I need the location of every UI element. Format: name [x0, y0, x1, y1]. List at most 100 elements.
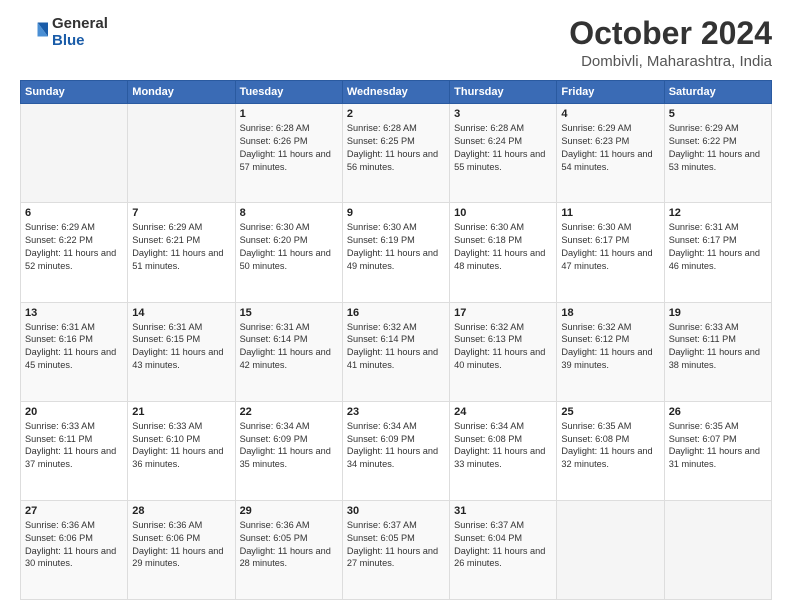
header: General Blue October 2024 Dombivli, Maha… — [20, 16, 772, 70]
day-number: 26 — [669, 406, 767, 418]
page: General Blue October 2024 Dombivli, Maha… — [0, 0, 792, 612]
calendar-cell — [664, 500, 771, 599]
weekday-header: Wednesday — [342, 81, 449, 104]
calendar-cell: 27Sunrise: 6:36 AM Sunset: 6:06 PM Dayli… — [21, 500, 128, 599]
calendar-cell: 1 Sunrise: 6:28 AM Sunset: 6:26 PM Daylig… — [235, 104, 342, 203]
calendar-cell: 22Sunrise: 6:34 AM Sunset: 6:09 PM Dayli… — [235, 401, 342, 500]
day-number: 3 — [454, 108, 552, 120]
calendar-cell: 9Sunrise: 6:30 AM Sunset: 6:19 PM Daylig… — [342, 203, 449, 302]
day-number: 24 — [454, 406, 552, 418]
calendar-week-row: 1 Sunrise: 6:28 AM Sunset: 6:26 PM Daylig… — [21, 104, 772, 203]
day-info: Sunrise: 6:37 AM Sunset: 6:04 PM Dayligh… — [454, 519, 552, 571]
day-info: Sunrise: 6:35 AM Sunset: 6:07 PM Dayligh… — [669, 420, 767, 472]
day-info: Sunrise: 6:28 AM Sunset: 6:24 PM Dayligh… — [454, 122, 552, 174]
calendar-cell: 13 Sunrise: 6:31 AM Sunset: 6:16 PM Dayli… — [21, 302, 128, 401]
weekday-header: Thursday — [450, 81, 557, 104]
day-number: 6 — [25, 207, 123, 219]
day-number: 15 — [240, 307, 338, 319]
day-info: Sunrise: 6:31 AM Sunset: 6:17 PM Dayligh… — [669, 221, 767, 273]
calendar-cell: 4 Sunrise: 6:29 AM Sunset: 6:23 PM Daylig… — [557, 104, 664, 203]
day-number: 19 — [669, 307, 767, 319]
day-number: 25 — [561, 406, 659, 418]
day-info: Sunrise: 6:28 AM Sunset: 6:25 PM Dayligh… — [347, 122, 445, 174]
day-number: 11 — [561, 207, 659, 219]
day-number: 13 — [25, 307, 123, 319]
calendar-cell: 8 Sunrise: 6:30 AM Sunset: 6:20 PM Daylig… — [235, 203, 342, 302]
title-block: October 2024 Dombivli, Maharashtra, Indi… — [569, 16, 772, 70]
calendar-cell: 23 Sunrise: 6:34 AM Sunset: 6:09 PM Dayli… — [342, 401, 449, 500]
day-number: 23 — [347, 406, 445, 418]
weekday-header: Friday — [557, 81, 664, 104]
day-number: 28 — [132, 505, 230, 517]
day-info: Sunrise: 6:32 AM Sunset: 6:14 PM Dayligh… — [347, 321, 445, 373]
calendar-cell: 19 Sunrise: 6:33 AM Sunset: 6:11 PM Dayli… — [664, 302, 771, 401]
calendar-cell — [557, 500, 664, 599]
weekday-header: Sunday — [21, 81, 128, 104]
day-info: Sunrise: 6:31 AM Sunset: 6:14 PM Dayligh… — [240, 321, 338, 373]
day-number: 30 — [347, 505, 445, 517]
calendar-cell: 24Sunrise: 6:34 AM Sunset: 6:08 PM Dayli… — [450, 401, 557, 500]
day-number: 5 — [669, 108, 767, 120]
calendar-cell: 5 Sunrise: 6:29 AM Sunset: 6:22 PM Daylig… — [664, 104, 771, 203]
calendar-cell: 29Sunrise: 6:36 AM Sunset: 6:05 PM Dayli… — [235, 500, 342, 599]
logo: General Blue — [20, 16, 108, 49]
day-number: 12 — [669, 207, 767, 219]
day-number: 17 — [454, 307, 552, 319]
logo-icon — [20, 19, 48, 47]
calendar-cell: 10Sunrise: 6:30 AM Sunset: 6:18 PM Dayli… — [450, 203, 557, 302]
weekday-header: Tuesday — [235, 81, 342, 104]
calendar-cell: 2 Sunrise: 6:28 AM Sunset: 6:25 PM Daylig… — [342, 104, 449, 203]
calendar-week-row: 6Sunrise: 6:29 AM Sunset: 6:22 PM Daylig… — [21, 203, 772, 302]
day-info: Sunrise: 6:30 AM Sunset: 6:20 PM Dayligh… — [240, 221, 338, 273]
calendar-cell: 30 Sunrise: 6:37 AM Sunset: 6:05 PM Dayli… — [342, 500, 449, 599]
calendar-cell: 14Sunrise: 6:31 AM Sunset: 6:15 PM Dayli… — [128, 302, 235, 401]
day-number: 29 — [240, 505, 338, 517]
day-info: Sunrise: 6:28 AM Sunset: 6:26 PM Dayligh… — [240, 122, 338, 174]
day-number: 27 — [25, 505, 123, 517]
day-number: 18 — [561, 307, 659, 319]
day-info: Sunrise: 6:31 AM Sunset: 6:15 PM Dayligh… — [132, 321, 230, 373]
calendar-table: SundayMondayTuesdayWednesdayThursdayFrid… — [20, 80, 772, 600]
calendar-cell: 7Sunrise: 6:29 AM Sunset: 6:21 PM Daylig… — [128, 203, 235, 302]
day-info: Sunrise: 6:29 AM Sunset: 6:22 PM Dayligh… — [669, 122, 767, 174]
calendar-cell: 6Sunrise: 6:29 AM Sunset: 6:22 PM Daylig… — [21, 203, 128, 302]
day-info: Sunrise: 6:34 AM Sunset: 6:09 PM Dayligh… — [347, 420, 445, 472]
subtitle: Dombivli, Maharashtra, India — [569, 53, 772, 70]
calendar-week-row: 20Sunrise: 6:33 AM Sunset: 6:11 PM Dayli… — [21, 401, 772, 500]
logo-text: General Blue — [52, 16, 108, 49]
calendar-cell — [128, 104, 235, 203]
day-info: Sunrise: 6:33 AM Sunset: 6:11 PM Dayligh… — [669, 321, 767, 373]
calendar-cell: 16 Sunrise: 6:32 AM Sunset: 6:14 PM Dayli… — [342, 302, 449, 401]
calendar-cell: 31 Sunrise: 6:37 AM Sunset: 6:04 PM Dayli… — [450, 500, 557, 599]
day-info: Sunrise: 6:31 AM Sunset: 6:16 PM Dayligh… — [25, 321, 123, 373]
day-info: Sunrise: 6:30 AM Sunset: 6:17 PM Dayligh… — [561, 221, 659, 273]
calendar-cell: 26 Sunrise: 6:35 AM Sunset: 6:07 PM Dayli… — [664, 401, 771, 500]
day-number: 21 — [132, 406, 230, 418]
calendar-cell: 28 Sunrise: 6:36 AM Sunset: 6:06 PM Dayli… — [128, 500, 235, 599]
day-number: 8 — [240, 207, 338, 219]
day-number: 7 — [132, 207, 230, 219]
day-number: 9 — [347, 207, 445, 219]
day-info: Sunrise: 6:33 AM Sunset: 6:10 PM Dayligh… — [132, 420, 230, 472]
day-info: Sunrise: 6:32 AM Sunset: 6:13 PM Dayligh… — [454, 321, 552, 373]
day-info: Sunrise: 6:35 AM Sunset: 6:08 PM Dayligh… — [561, 420, 659, 472]
day-number: 2 — [347, 108, 445, 120]
day-number: 4 — [561, 108, 659, 120]
calendar-cell: 18Sunrise: 6:32 AM Sunset: 6:12 PM Dayli… — [557, 302, 664, 401]
day-info: Sunrise: 6:36 AM Sunset: 6:06 PM Dayligh… — [132, 519, 230, 571]
day-info: Sunrise: 6:29 AM Sunset: 6:23 PM Dayligh… — [561, 122, 659, 174]
day-number: 16 — [347, 307, 445, 319]
day-number: 1 — [240, 108, 338, 120]
calendar-week-row: 27 Sunrise: 6:36 AM Sunset: 6:06 PM Dayli… — [21, 500, 772, 599]
calendar-cell: 21 Sunrise: 6:33 AM Sunset: 6:10 PM Dayli… — [128, 401, 235, 500]
main-title: October 2024 — [569, 16, 772, 51]
weekday-header: Saturday — [664, 81, 771, 104]
logo-general: General — [52, 16, 108, 33]
calendar-cell — [21, 104, 128, 203]
day-number: 31 — [454, 505, 552, 517]
day-info: Sunrise: 6:37 AM Sunset: 6:05 PM Dayligh… — [347, 519, 445, 571]
day-info: Sunrise: 6:33 AM Sunset: 6:11 PM Dayligh… — [25, 420, 123, 472]
calendar-cell: 20Sunrise: 6:33 AM Sunset: 6:11 PM Dayli… — [21, 401, 128, 500]
weekday-header-row: SundayMondayTuesdayWednesdayThursdayFrid… — [21, 81, 772, 104]
calendar-cell: 12 Sunrise: 6:31 AM Sunset: 6:17 PM Dayli… — [664, 203, 771, 302]
